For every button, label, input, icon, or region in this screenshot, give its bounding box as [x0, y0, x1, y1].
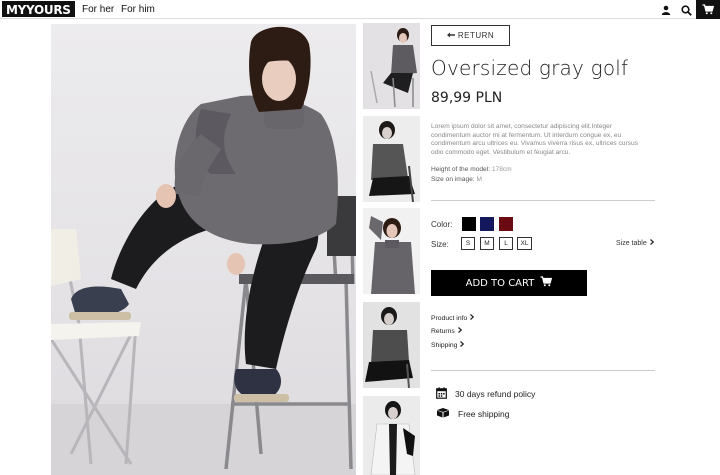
chevron-right-icon	[460, 341, 465, 349]
free-shipping-feature: Free shipping	[436, 407, 510, 420]
model-height: Height of the model: 178cm	[431, 166, 512, 173]
size-option-l[interactable]: L	[499, 237, 513, 250]
top-header: MYYOURS For her For him	[0, 0, 720, 19]
nav-link-for-her[interactable]: For her	[82, 4, 114, 16]
thumbnail-4[interactable]	[363, 302, 420, 388]
chevron-right-icon	[649, 239, 654, 247]
size-option-xl[interactable]: XL	[517, 237, 532, 250]
cart-button[interactable]	[696, 0, 720, 19]
returns-label: Returns	[431, 327, 455, 335]
divider	[431, 200, 655, 201]
thumbnail-3[interactable]	[363, 208, 420, 294]
size-on-image: Size on image: M	[431, 176, 482, 183]
main-product-image[interactable]	[51, 24, 356, 475]
size-on-image-value: M	[476, 176, 482, 183]
chevron-right-icon	[470, 314, 475, 322]
model-height-label: Height of the model:	[431, 166, 491, 173]
color-label: Color:	[431, 220, 453, 229]
cart-icon	[540, 276, 553, 290]
brand-logo[interactable]: MYYOURS	[2, 1, 75, 17]
user-icon[interactable]	[658, 2, 674, 18]
product-price: 89,99 PLN	[431, 90, 503, 106]
size-table-link[interactable]: Size table	[616, 239, 654, 247]
product-title: Oversized gray golf	[431, 56, 629, 80]
thumbnail-2[interactable]	[363, 116, 420, 202]
box-icon	[436, 407, 450, 420]
return-label: RETURN	[457, 31, 495, 40]
color-swatch-black[interactable]	[462, 217, 476, 231]
divider	[431, 370, 655, 371]
arrow-left-icon	[446, 31, 455, 40]
thumbnail-5[interactable]	[363, 396, 420, 475]
size-on-image-label: Size on image:	[431, 176, 475, 183]
add-to-cart-label: ADD TO CART	[465, 277, 535, 289]
size-label: Size:	[431, 240, 449, 249]
refund-policy-feature: 30 days refund policy	[436, 387, 535, 401]
calendar-icon	[436, 387, 447, 401]
chevron-right-icon	[457, 327, 463, 335]
thumbnail-1[interactable]	[363, 23, 420, 109]
product-info-link[interactable]: Product info	[431, 314, 475, 322]
return-button[interactable]: RETURN	[431, 25, 510, 46]
color-swatch-maroon[interactable]	[499, 217, 513, 231]
shipping-label: Shipping	[431, 341, 458, 349]
add-to-cart-button[interactable]: ADD TO CART	[431, 270, 587, 296]
size-table-label: Size table	[616, 239, 647, 247]
free-shipping-label: Free shipping	[458, 408, 510, 419]
refund-policy-label: 30 days refund policy	[455, 389, 536, 399]
size-option-m[interactable]: M	[480, 237, 494, 250]
nav-link-for-him[interactable]: For him	[121, 4, 155, 16]
size-option-s[interactable]: S	[461, 237, 475, 250]
returns-link[interactable]: Returns	[431, 327, 463, 335]
model-height-value: 178cm	[491, 166, 512, 173]
product-description: Lorem ipsum dolor sit amet, consectetur …	[431, 123, 638, 156]
cart-icon	[702, 4, 714, 15]
color-swatch-navy[interactable]	[480, 217, 494, 231]
search-icon[interactable]	[678, 2, 694, 18]
product-info-label: Product info	[431, 314, 468, 322]
shipping-link[interactable]: Shipping	[431, 341, 465, 349]
